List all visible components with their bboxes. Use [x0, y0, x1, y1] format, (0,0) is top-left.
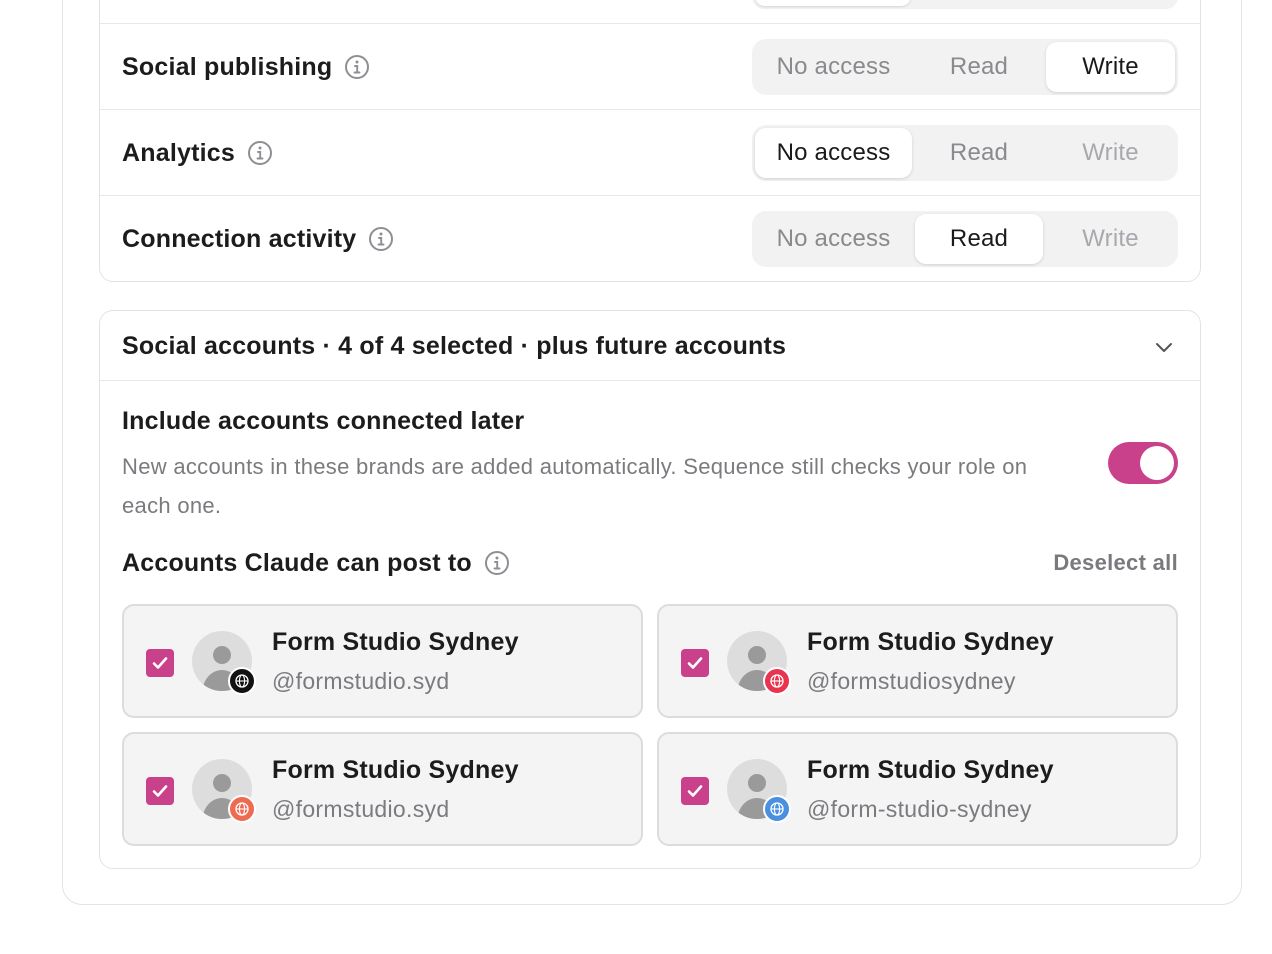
- option-read[interactable]: Read: [915, 128, 1043, 178]
- permission-row-analytics: Analytics No access Read Write: [100, 110, 1200, 196]
- globe-icon: [228, 667, 256, 695]
- account-checkbox[interactable]: [681, 649, 709, 677]
- globe-icon: [763, 795, 791, 823]
- account-tile[interactable]: Form Studio Sydney @formstudio.syd: [122, 732, 643, 846]
- social-accounts-card: Social accounts · 4 of 4 selected · plus…: [99, 310, 1201, 869]
- option-write[interactable]: Write: [1046, 128, 1175, 178]
- account-handle: @formstudio.syd: [272, 796, 450, 822]
- permission-row-social-publishing: Social publishing No access Read Write: [100, 24, 1200, 110]
- chevron-down-icon[interactable]: [1152, 335, 1176, 359]
- account-name: Form Studio Sydney: [807, 756, 1054, 784]
- include-later-toggle[interactable]: [1108, 442, 1178, 484]
- account-handle: @form-studio-sydney: [807, 796, 1032, 822]
- permission-label: Social publishing: [122, 52, 333, 81]
- account-tile[interactable]: Form Studio Sydney @formstudiosydney: [657, 604, 1178, 718]
- account-name: Form Studio Sydney: [272, 756, 519, 784]
- option-no-access[interactable]: No access: [755, 128, 912, 178]
- account-tile[interactable]: Form Studio Sydney @formstudio.syd: [122, 604, 643, 718]
- option-write[interactable]: Write: [1046, 214, 1175, 264]
- include-later-title: Include accounts connected later: [122, 407, 525, 435]
- account-checkbox[interactable]: [146, 777, 174, 805]
- globe-icon: [228, 795, 256, 823]
- permission-label: Connection activity: [122, 224, 357, 253]
- permission-label: Analytics: [122, 138, 235, 167]
- account-name: Form Studio Sydney: [807, 628, 1054, 656]
- info-icon[interactable]: [368, 226, 394, 252]
- permission-row-connection-activity: Connection activity No access Read Write: [100, 196, 1200, 281]
- account-name: Form Studio Sydney: [272, 628, 519, 656]
- permission-row-partial: [100, 0, 1200, 24]
- info-icon[interactable]: [247, 140, 273, 166]
- permissions-card: Social publishing No access Read Write A…: [99, 0, 1201, 282]
- info-icon[interactable]: [344, 54, 370, 80]
- account-checkbox[interactable]: [681, 777, 709, 805]
- account-tile[interactable]: Form Studio Sydney @form-studio-sydney: [657, 732, 1178, 846]
- option-no-access[interactable]: No access: [755, 214, 912, 264]
- option-no-access[interactable]: No access: [755, 42, 912, 92]
- access-segmented-control: No access Read Write: [752, 125, 1178, 181]
- globe-icon: [763, 667, 791, 695]
- accounts-post-label: Accounts Claude can post to: [122, 548, 472, 577]
- access-segmented-control: No access Read Write: [752, 39, 1178, 95]
- include-later-description: New accounts in these brands are added a…: [122, 454, 1028, 518]
- social-accounts-title: Social accounts · 4 of 4 selected · plus…: [122, 331, 787, 360]
- access-segmented-control: No access Read Write: [752, 211, 1178, 267]
- account-handle: @formstudio.syd: [272, 668, 450, 694]
- account-handle: @formstudiosydney: [807, 668, 1016, 694]
- info-icon[interactable]: [484, 550, 510, 576]
- access-segmented-control[interactable]: [752, 0, 1178, 9]
- account-checkbox[interactable]: [146, 649, 174, 677]
- option-write[interactable]: Write: [1046, 42, 1175, 92]
- toggle-knob: [1140, 446, 1174, 480]
- option-read[interactable]: Read: [915, 214, 1043, 264]
- social-accounts-header[interactable]: Social accounts · 4 of 4 selected · plus…: [100, 311, 1200, 381]
- option-read[interactable]: Read: [915, 42, 1043, 92]
- deselect-all-button[interactable]: Deselect all: [1053, 543, 1178, 583]
